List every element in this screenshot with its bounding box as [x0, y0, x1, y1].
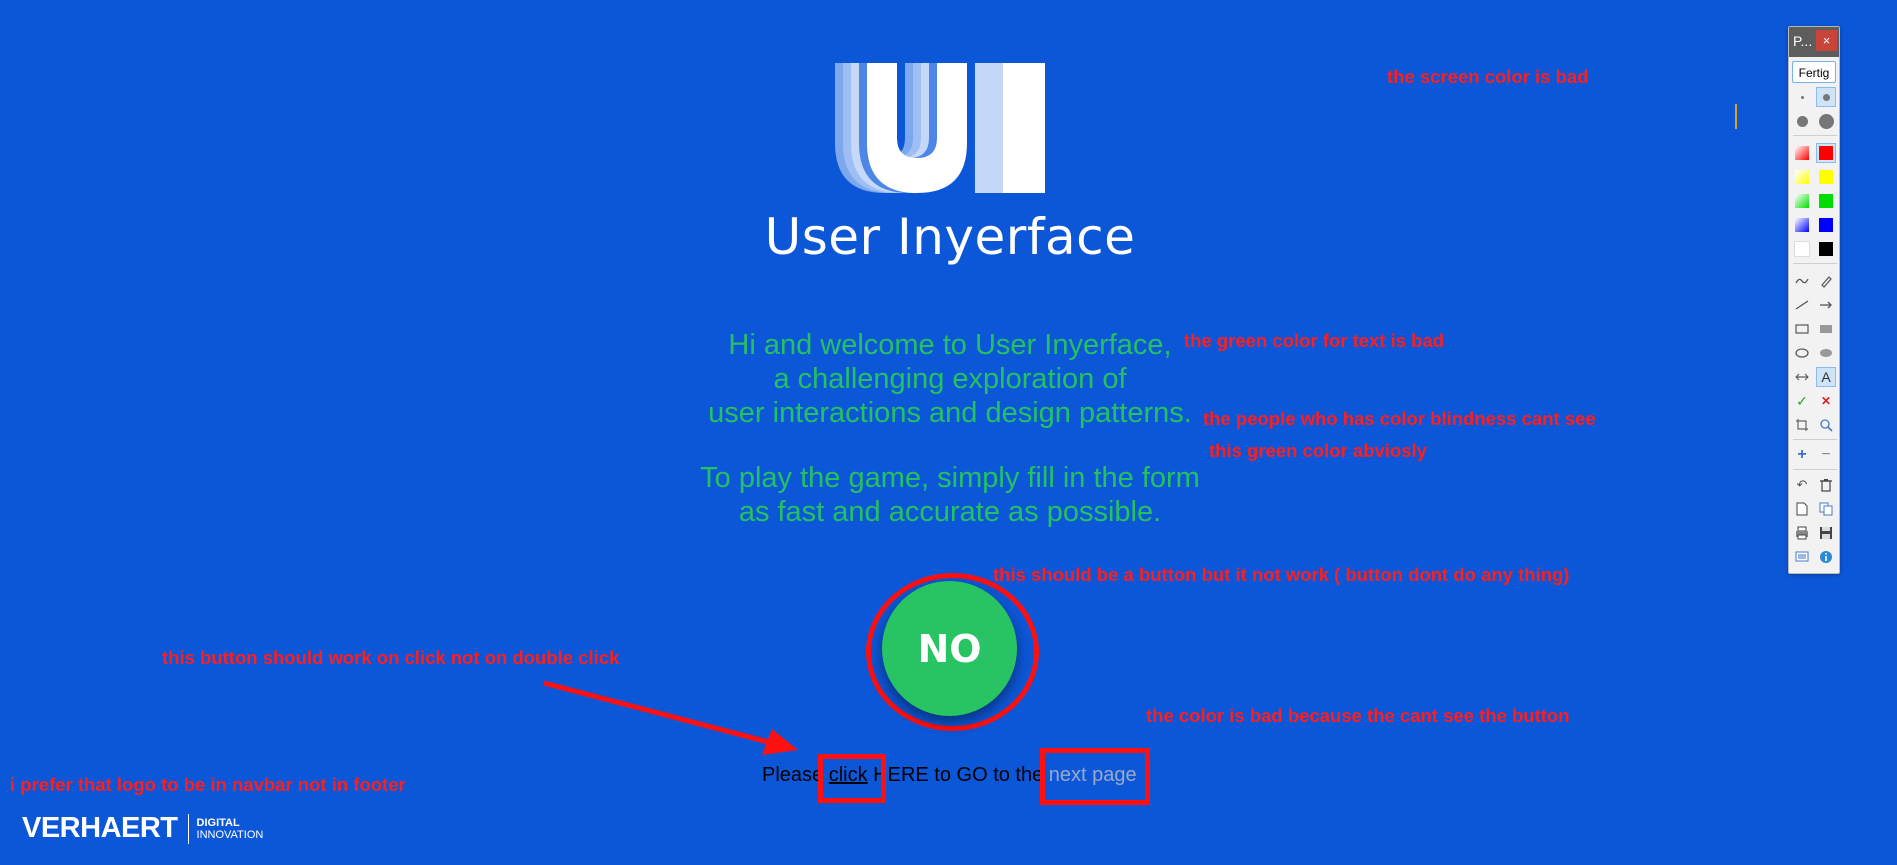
pen-green-swatch[interactable] — [1816, 191, 1836, 211]
brand-sub-line2: INNOVATION — [196, 828, 264, 841]
annotation-color-blind-1: the people who has color blindness cant … — [1203, 408, 1596, 429]
palette-title: P... — [1793, 33, 1813, 49]
color-swatch — [1819, 146, 1833, 160]
filled-ellipse-icon[interactable] — [1816, 343, 1836, 363]
ellipse-icon[interactable] — [1792, 343, 1812, 363]
zoom-icon[interactable] — [1816, 415, 1836, 435]
eraser-icon[interactable] — [1816, 271, 1836, 291]
annotation-button-not-work: this should be a button but it not work … — [993, 564, 1570, 585]
annotation-color-blind-2: this green color abviosly — [1209, 440, 1427, 461]
brand-subtitle: DIGITAL INNOVATION — [197, 817, 264, 841]
palette-divider — [1793, 469, 1837, 470]
minus-icon[interactable]: − — [1816, 445, 1836, 465]
palette-divider — [1793, 135, 1837, 136]
close-icon[interactable]: × — [1816, 30, 1837, 51]
highlight-yellow-swatch[interactable] — [1792, 167, 1812, 187]
freehand-icon[interactable] — [1792, 271, 1812, 291]
save-icon[interactable] — [1816, 523, 1836, 543]
prompt-middle: HERE to GO to the — [867, 764, 1044, 786]
palette-titlebar[interactable]: P... × — [1789, 27, 1839, 57]
pen-size-l-icon[interactable] — [1816, 111, 1836, 131]
no-button[interactable]: NO — [882, 581, 1017, 716]
pen-white-swatch[interactable] — [1792, 239, 1812, 259]
palette-divider — [1793, 439, 1837, 440]
color-swatch — [1795, 194, 1809, 208]
instructions-line: To play the game, simply fill in the for… — [700, 462, 1200, 494]
copy-icon[interactable] — [1816, 499, 1836, 519]
pen-size-m-icon[interactable] — [1792, 111, 1812, 131]
filled-rectangle-icon[interactable] — [1816, 319, 1836, 339]
screen-icon[interactable] — [1792, 547, 1812, 567]
pen-tool-palette: P... × Fertig A ✓ ✕ + − ↶ — [1788, 26, 1840, 574]
color-swatch — [1795, 170, 1809, 184]
text-tool-icon[interactable]: A — [1816, 367, 1836, 387]
pen-size-s-icon[interactable] — [1816, 87, 1836, 107]
color-swatch — [1794, 241, 1810, 257]
pen-yellow-swatch[interactable] — [1816, 167, 1836, 187]
ui-logo — [835, 63, 1045, 193]
color-swatch — [1819, 218, 1833, 232]
annotation-arrow — [543, 680, 798, 755]
pen-red-swatch[interactable] — [1816, 143, 1836, 163]
color-swatch — [1795, 146, 1809, 160]
annotation-cant-see-button: the color is bad because the cant see th… — [1146, 705, 1570, 726]
annotation-box-next-page — [1040, 748, 1150, 805]
pen-black-swatch[interactable] — [1816, 239, 1836, 259]
annotation-logo-navbar: i prefer that logo to be in navbar not i… — [10, 774, 406, 795]
color-swatch — [1819, 242, 1833, 256]
palette-divider — [1793, 263, 1837, 264]
rectangle-icon[interactable] — [1792, 319, 1812, 339]
text-cursor — [1735, 104, 1737, 129]
instructions-line: as fast and accurate as possible. — [738, 496, 1162, 528]
brand-name: VERHAERT — [22, 812, 178, 844]
color-swatch — [1819, 194, 1833, 208]
highlight-red-swatch[interactable] — [1792, 143, 1812, 163]
cross-icon[interactable]: ✕ — [1816, 391, 1836, 411]
checkmark-icon[interactable]: ✓ — [1792, 391, 1812, 411]
arrow-tool-icon[interactable] — [1816, 295, 1836, 315]
print-icon[interactable] — [1792, 523, 1812, 543]
color-swatch — [1795, 218, 1809, 232]
undo-icon[interactable]: ↶ — [1792, 475, 1812, 495]
new-page-icon[interactable] — [1792, 499, 1812, 519]
app-title: User Inyerface — [764, 208, 1136, 266]
trash-icon[interactable] — [1816, 475, 1836, 495]
welcome-line: a challenging exploration of — [773, 363, 1127, 395]
color-swatch — [1819, 170, 1833, 184]
welcome-line: user interactions and design patterns. — [708, 397, 1192, 429]
highlight-green-swatch[interactable] — [1792, 191, 1812, 211]
brand-sub-line1: DIGITAL — [196, 816, 240, 829]
info-icon[interactable] — [1816, 547, 1836, 567]
annotation-box-click — [818, 754, 886, 803]
double-arrow-icon[interactable] — [1792, 367, 1812, 387]
annotation-screen-color: the screen color is bad — [1387, 66, 1589, 87]
annotation-double-click: this button should work on click not on … — [162, 647, 620, 668]
highlight-blue-swatch[interactable] — [1792, 215, 1812, 235]
plus-icon[interactable]: + — [1792, 445, 1812, 465]
instructions-text: To play the game, simply fill in the for… — [600, 461, 1300, 529]
pen-blue-swatch[interactable] — [1816, 215, 1836, 235]
crop-icon[interactable] — [1792, 415, 1812, 435]
pen-size-xs-icon[interactable] — [1792, 87, 1812, 107]
line-icon[interactable] — [1792, 295, 1812, 315]
done-button[interactable]: Fertig — [1792, 61, 1836, 83]
brand-divider — [187, 813, 189, 844]
annotation-green-text: the green color for text is bad — [1184, 330, 1445, 351]
verhaert-logo: VERHAERT DIGITAL INNOVATION — [22, 812, 263, 845]
